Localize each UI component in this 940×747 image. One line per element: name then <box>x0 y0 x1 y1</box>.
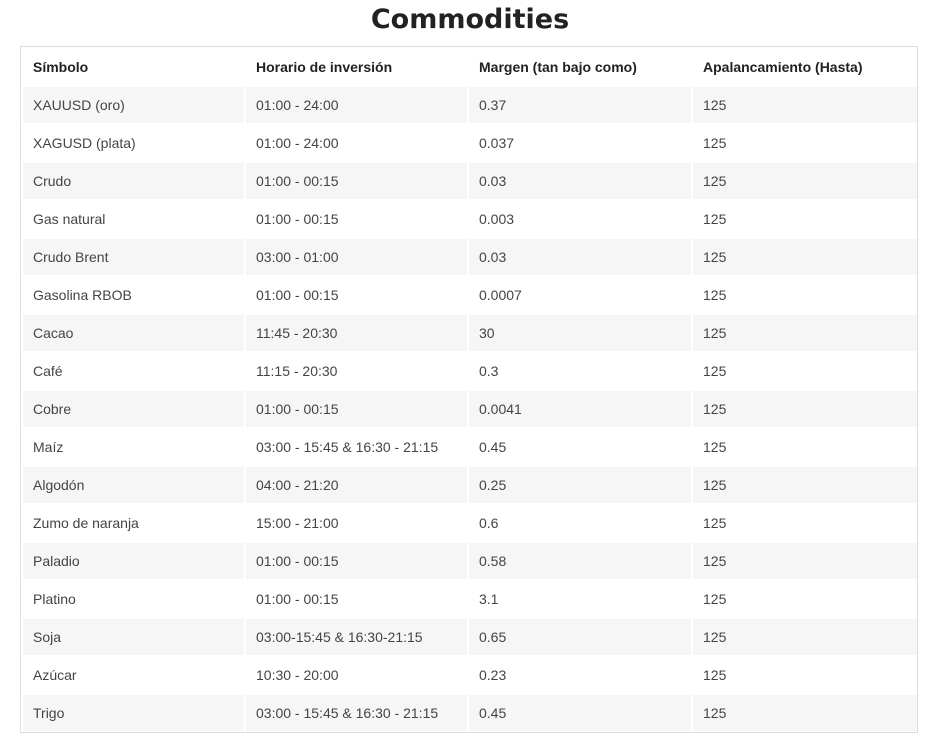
leverage-cell: 125 <box>693 201 917 237</box>
trading-hours-cell: 03:00 - 01:00 <box>246 239 467 275</box>
trading-hours-cell: 01:00 - 24:00 <box>246 87 467 123</box>
leverage-cell: 125 <box>693 125 917 161</box>
table-row: XAUUSD (oro) 01:00 - 24:00 0.37 125 <box>23 87 917 123</box>
trading-hours-cell: 03:00 - 15:45 & 16:30 - 21:15 <box>246 695 467 731</box>
trading-hours-cell: 01:00 - 00:15 <box>246 543 467 579</box>
symbol-cell: Platino <box>23 581 244 617</box>
leverage-cell: 125 <box>693 87 917 123</box>
table-row: Café 11:15 - 20:30 0.3 125 <box>23 353 917 389</box>
trading-hours-cell: 01:00 - 00:15 <box>246 163 467 199</box>
leverage-cell: 125 <box>693 467 917 503</box>
symbol-cell: Cobre <box>23 391 244 427</box>
trading-hours-cell: 01:00 - 00:15 <box>246 201 467 237</box>
margin-cell: 0.0007 <box>469 277 691 313</box>
trading-hours-cell: 01:00 - 00:15 <box>246 277 467 313</box>
table-row: Azúcar 10:30 - 20:00 0.23 125 <box>23 657 917 693</box>
symbol-cell: XAGUSD (plata) <box>23 125 244 161</box>
leverage-cell: 125 <box>693 505 917 541</box>
trading-hours-cell: 03:00 - 15:45 & 16:30 - 21:15 <box>246 429 467 465</box>
column-header-leverage: Apalancamiento (Hasta) <box>693 49 917 85</box>
table-row: Algodón 04:00 - 21:20 0.25 125 <box>23 467 917 503</box>
margin-cell: 0.037 <box>469 125 691 161</box>
symbol-cell: Paladio <box>23 543 244 579</box>
table-row: Trigo 03:00 - 15:45 & 16:30 - 21:15 0.45 12… <box>23 695 917 731</box>
trading-hours-cell: 03:00-15:45 & 16:30-21:15 <box>246 619 467 655</box>
symbol-cell: Algodón <box>23 467 244 503</box>
leverage-cell: 125 <box>693 277 917 313</box>
column-header-symbol: Símbolo <box>23 49 244 85</box>
table-header: Símbolo Horario de inversión Margen (tan… <box>23 49 917 85</box>
leverage-cell: 125 <box>693 657 917 693</box>
leverage-cell: 125 <box>693 391 917 427</box>
table-row: Soja 03:00-15:45 & 16:30-21:15 0.65 125 <box>23 619 917 655</box>
column-header-trading-hours: Horario de inversión <box>246 49 467 85</box>
table-row: Crudo 01:00 - 00:15 0.03 125 <box>23 163 917 199</box>
symbol-cell: Gas natural <box>23 201 244 237</box>
margin-cell: 0.3 <box>469 353 691 389</box>
margin-cell: 0.37 <box>469 87 691 123</box>
margin-cell: 0.25 <box>469 467 691 503</box>
table-row: Cobre 01:00 - 00:15 0.0041 125 <box>23 391 917 427</box>
margin-cell: 0.6 <box>469 505 691 541</box>
symbol-cell: Zumo de naranja <box>23 505 244 541</box>
symbol-cell: Gasolina RBOB <box>23 277 244 313</box>
leverage-cell: 125 <box>693 619 917 655</box>
leverage-cell: 125 <box>693 239 917 275</box>
table-row: XAGUSD (plata) 01:00 - 24:00 0.037 125 <box>23 125 917 161</box>
trading-hours-cell: 10:30 - 20:00 <box>246 657 467 693</box>
leverage-cell: 125 <box>693 543 917 579</box>
page-title: Commodities <box>370 4 570 35</box>
commodities-table: Símbolo Horario de inversión Margen (tan… <box>21 47 919 733</box>
leverage-cell: 125 <box>693 353 917 389</box>
margin-cell: 0.0041 <box>469 391 691 427</box>
margin-cell: 0.03 <box>469 239 691 275</box>
symbol-cell: Crudo Brent <box>23 239 244 275</box>
trading-hours-cell: 01:00 - 00:15 <box>246 581 467 617</box>
table-row: Cacao 11:45 - 20:30 30 125 <box>23 315 917 351</box>
trading-hours-cell: 15:00 - 21:00 <box>246 505 467 541</box>
table-row: Paladio 01:00 - 00:15 0.58 125 <box>23 543 917 579</box>
column-header-margin: Margen (tan bajo como) <box>469 49 691 85</box>
table-row: Platino 01:00 - 00:15 3.1 125 <box>23 581 917 617</box>
trading-hours-cell: 01:00 - 00:15 <box>246 391 467 427</box>
margin-cell: 0.23 <box>469 657 691 693</box>
symbol-cell: Maíz <box>23 429 244 465</box>
margin-cell: 0.45 <box>469 429 691 465</box>
margin-cell: 0.45 <box>469 695 691 731</box>
leverage-cell: 125 <box>693 163 917 199</box>
leverage-cell: 125 <box>693 315 917 351</box>
table-body: XAUUSD (oro) 01:00 - 24:00 0.37 125 XAGUSD (… <box>23 87 917 731</box>
leverage-cell: 125 <box>693 581 917 617</box>
table-row: Crudo Brent 03:00 - 01:00 0.03 125 <box>23 239 917 275</box>
margin-cell: 0.58 <box>469 543 691 579</box>
symbol-cell: Trigo <box>23 695 244 731</box>
symbol-cell: Café <box>23 353 244 389</box>
table-row: Gas natural 01:00 - 00:15 0.003 125 <box>23 201 917 237</box>
symbol-cell: Soja <box>23 619 244 655</box>
trading-hours-cell: 04:00 - 21:20 <box>246 467 467 503</box>
trading-hours-cell: 01:00 - 24:00 <box>246 125 467 161</box>
margin-cell: 3.1 <box>469 581 691 617</box>
table-row: Gasolina RBOB 01:00 - 00:15 0.0007 125 <box>23 277 917 313</box>
commodities-table-container: Símbolo Horario de inversión Margen (tan… <box>20 46 918 733</box>
margin-cell: 0.03 <box>469 163 691 199</box>
table-row: Maíz 03:00 - 15:45 & 16:30 - 21:15 0.45 125 <box>23 429 917 465</box>
symbol-cell: Cacao <box>23 315 244 351</box>
symbol-cell: Azúcar <box>23 657 244 693</box>
table-header-row: Símbolo Horario de inversión Margen (tan… <box>23 49 917 85</box>
trading-hours-cell: 11:15 - 20:30 <box>246 353 467 389</box>
trading-hours-cell: 11:45 - 20:30 <box>246 315 467 351</box>
margin-cell: 0.003 <box>469 201 691 237</box>
symbol-cell: XAUUSD (oro) <box>23 87 244 123</box>
symbol-cell: Crudo <box>23 163 244 199</box>
margin-cell: 0.65 <box>469 619 691 655</box>
leverage-cell: 125 <box>693 429 917 465</box>
table-row: Zumo de naranja 15:00 - 21:00 0.6 125 <box>23 505 917 541</box>
margin-cell: 30 <box>469 315 691 351</box>
leverage-cell: 125 <box>693 695 917 731</box>
